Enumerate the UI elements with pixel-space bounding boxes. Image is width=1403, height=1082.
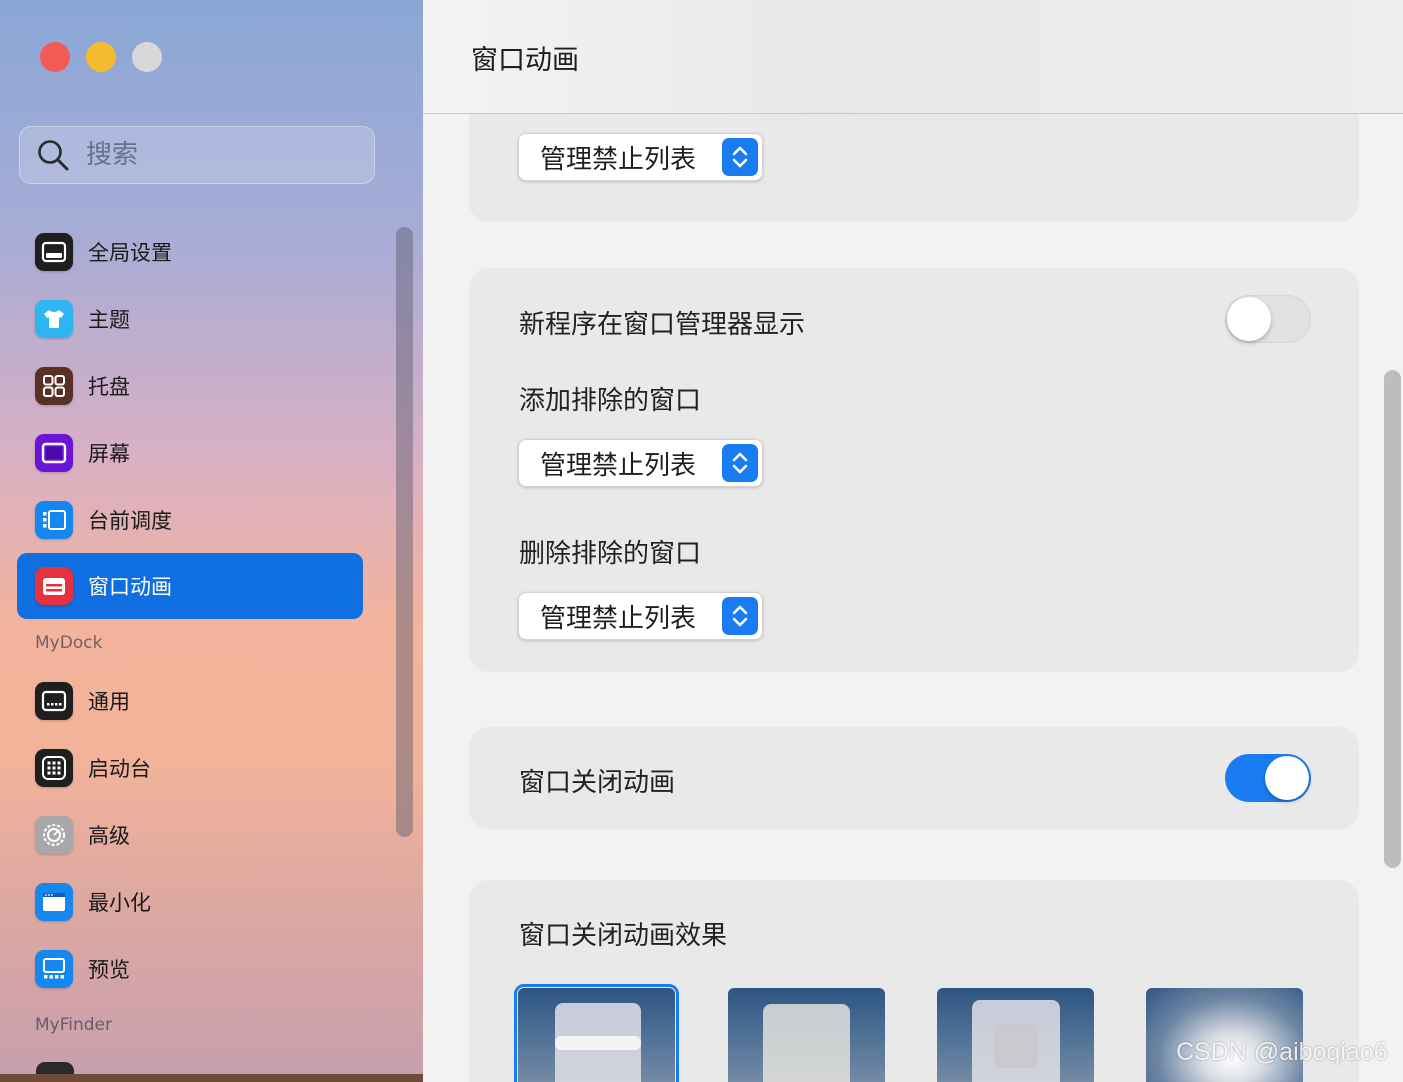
screen-icon	[35, 434, 73, 472]
add-excluded-popup[interactable]: 管理禁止列表	[518, 439, 763, 487]
sidebar-item-label: 屏幕	[88, 442, 130, 466]
effect-thumbnail-1[interactable]	[514, 984, 679, 1082]
grid-icon	[35, 367, 73, 405]
title-bar: 窗口动画	[423, 0, 1403, 114]
sidebar: 全局设置 主题 托盘 屏幕 台前调度 窗口动画 MyDock	[0, 0, 423, 1082]
sidebar-item-label: 全局设置	[88, 241, 172, 265]
manage-blocklist-popup[interactable]: 管理禁止列表	[518, 133, 763, 181]
remove-excluded-popup[interactable]: 管理禁止列表	[518, 592, 763, 640]
sidebar-item-label: 托盘	[88, 375, 130, 399]
toggle-knob	[1265, 756, 1309, 800]
sidebar-item-label: 启动台	[88, 757, 151, 781]
sidebar-item-label: 通用	[88, 690, 130, 714]
sidebar-item-label: 最小化	[88, 891, 151, 915]
minimize-icon	[35, 883, 73, 921]
window-preview	[763, 1004, 850, 1082]
section-header-mydock: MyDock	[35, 633, 103, 653]
sidebar-item-label: 高级	[88, 824, 130, 848]
preview-icon	[35, 950, 73, 988]
watermark-text: CSDN @aiboqiao6	[1176, 1038, 1388, 1066]
zoom-window-button[interactable]	[132, 42, 162, 72]
add-excluded-label: 添加排除的窗口	[519, 386, 702, 416]
window-animation-icon	[35, 567, 73, 605]
launchpad-icon	[35, 749, 73, 787]
popup-label: 管理禁止列表	[540, 144, 697, 175]
show-new-apps-label: 新程序在窗口管理器显示	[519, 310, 806, 340]
effect-thumbnail-2[interactable]	[728, 988, 885, 1082]
sidebar-item-preview[interactable]: 预览	[17, 936, 363, 1002]
main-scrollbar[interactable]	[1384, 370, 1401, 868]
close-animation-label: 窗口关闭动画	[519, 768, 676, 798]
remove-excluded-label: 删除排除的窗口	[519, 539, 702, 569]
chevron-up-down-icon	[722, 138, 758, 176]
sidebar-item-launchpad[interactable]: 启动台	[17, 735, 363, 801]
gear-icon	[35, 816, 73, 854]
sidebar-item-window-animation[interactable]: 窗口动画	[17, 553, 363, 619]
card-close-animation: 窗口关闭动画	[469, 727, 1359, 829]
effect-thumbnail-4[interactable]	[1146, 988, 1303, 1082]
section-header-myfinder: MyFinder	[35, 1015, 113, 1035]
sidebar-item-advanced[interactable]: 高级	[17, 802, 363, 868]
popup-label: 管理禁止列表	[540, 603, 697, 634]
sidebar-item-label: 主题	[88, 308, 130, 332]
stage-manager-icon	[35, 501, 73, 539]
chevron-up-down-icon	[722, 444, 758, 482]
sidebar-item-global-settings[interactable]: 全局设置	[17, 219, 363, 285]
main-content: 窗口动画 管理禁止列表 新程序在窗口管理器显示 添加排除的窗口 管理禁止列表 删…	[423, 0, 1403, 1082]
search-icon	[38, 140, 69, 171]
toggle-knob	[1227, 297, 1271, 341]
close-effect-label: 窗口关闭动画效果	[519, 921, 728, 951]
window-preview-bar	[555, 1036, 641, 1050]
show-new-apps-toggle[interactable]	[1225, 295, 1311, 343]
dock-icon	[35, 682, 73, 720]
window-bottom-edge	[0, 1074, 423, 1082]
sidebar-item-label: 预览	[88, 958, 130, 982]
tshirt-icon	[35, 300, 73, 338]
minimize-window-button[interactable]	[86, 42, 116, 72]
window-preview-inner	[994, 1024, 1038, 1068]
sidebar-item-stage-manager[interactable]: 台前调度	[17, 487, 363, 553]
sidebar-item-tray[interactable]: 托盘	[17, 353, 363, 419]
chevron-up-down-icon	[722, 597, 758, 635]
page-title: 窗口动画	[471, 45, 579, 76]
card-window-manager: 新程序在窗口管理器显示 添加排除的窗口 管理禁止列表 删除排除的窗口 管理禁止列…	[469, 268, 1359, 672]
effect-thumbnail-3[interactable]	[937, 988, 1094, 1082]
popup-label: 管理禁止列表	[540, 450, 697, 481]
sidebar-item-label: 台前调度	[88, 509, 172, 533]
search-box[interactable]	[19, 126, 375, 184]
sidebar-item-minimize[interactable]: 最小化	[17, 869, 363, 935]
window-controls	[40, 42, 162, 72]
sidebar-item-label: 窗口动画	[88, 575, 172, 599]
search-input[interactable]	[84, 139, 348, 171]
window-icon	[35, 233, 73, 271]
close-animation-toggle[interactable]	[1225, 754, 1311, 802]
sidebar-item-screen[interactable]: 屏幕	[17, 420, 363, 486]
sidebar-scrollbar[interactable]	[396, 227, 413, 837]
close-window-button[interactable]	[40, 42, 70, 72]
card-exclusion-list-top: 管理禁止列表	[469, 114, 1359, 222]
sidebar-item-theme[interactable]: 主题	[17, 286, 363, 352]
sidebar-item-general[interactable]: 通用	[17, 668, 363, 734]
